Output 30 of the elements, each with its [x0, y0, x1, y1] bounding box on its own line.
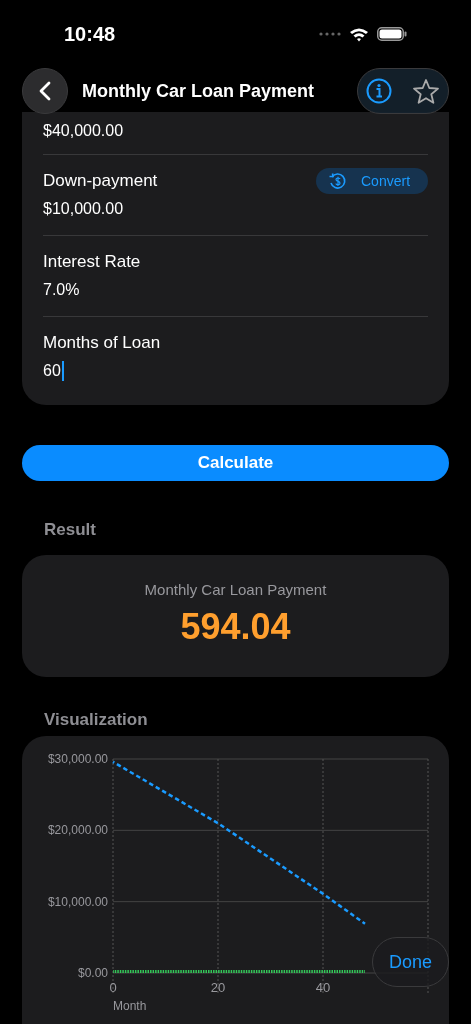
input-field[interactable]: $40,000.00	[43, 119, 124, 143]
wifi-icon	[349, 26, 369, 42]
battery-icon	[377, 27, 407, 41]
result-value: 594.04	[180, 605, 291, 649]
convert-button[interactable]: Convert	[316, 168, 428, 194]
currency-refresh-icon	[328, 171, 347, 191]
x-axis-label: 40	[315, 980, 331, 995]
x-axis-label: 20	[210, 980, 226, 995]
y-axis-label: $20,000.00	[47, 823, 108, 838]
input-field[interactable]: 60	[43, 359, 64, 383]
field-label: Down-payment	[43, 170, 158, 193]
info-icon[interactable]	[366, 78, 392, 104]
input-field[interactable]: $10,000.00	[43, 197, 124, 221]
y-axis-label: $10,000.00	[47, 894, 108, 909]
nav-title: Monthly Car Loan Payment	[82, 79, 315, 103]
back-button[interactable]	[22, 68, 68, 114]
signal-dots-icon	[319, 32, 341, 36]
x-axis-title: Month	[113, 999, 147, 1013]
input-field[interactable]: 7.0%	[43, 278, 80, 302]
field-label: Interest Rate	[43, 251, 141, 274]
y-axis-label: $30,000.00	[47, 752, 108, 766]
status-time: 10:48	[64, 22, 116, 47]
star-icon[interactable]	[412, 77, 440, 105]
y-axis-label: $0.00	[77, 966, 108, 980]
section-heading: Result	[44, 519, 97, 541]
result-label: Monthly Car Loan Payment	[144, 579, 327, 600]
section-heading: Visualization	[44, 708, 149, 731]
x-axis-label: 0	[109, 980, 117, 995]
field-label: Months of Loan	[43, 332, 161, 355]
chevron-left-icon	[39, 81, 51, 101]
